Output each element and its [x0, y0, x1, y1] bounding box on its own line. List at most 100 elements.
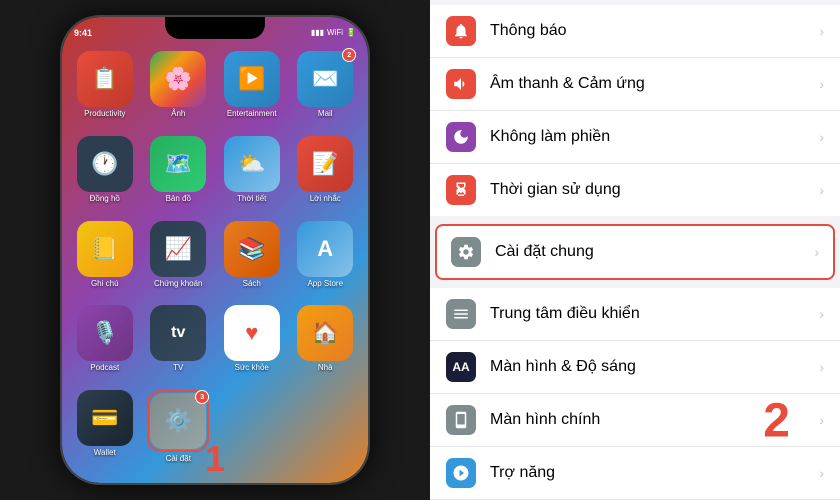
- app-label-stocks: Chứng khoán: [154, 279, 203, 288]
- phone-number-label: 1: [205, 438, 225, 480]
- caidatc-icon: [451, 237, 481, 267]
- app-icon-weather: ⛅: [224, 136, 280, 192]
- wifi-icon: WiFi: [327, 28, 343, 37]
- app-item-home[interactable]: 🏠 Nhà: [291, 305, 361, 386]
- settings-list: Thông báo › Âm thanh & Cảm ứng › Không l…: [430, 0, 840, 500]
- settings-item-manhinhchinh[interactable]: Màn hình chính ›: [430, 394, 840, 447]
- app-item-mail[interactable]: ✉️ 2 Mail: [291, 51, 361, 132]
- app-label-home: Nhà: [318, 363, 333, 372]
- settings-group-2: Trung tâm điều khiển › AA Màn hình & Độ …: [430, 288, 840, 500]
- app-item-books[interactable]: 📚 Sách: [217, 221, 287, 302]
- phone-side: 9:41 ▮▮▮ WiFi 🔋 📋 Productivity 🌸: [0, 0, 430, 500]
- status-icons: ▮▮▮ WiFi 🔋: [311, 28, 356, 37]
- app-item-maps[interactable]: 🗺️ Bản đồ: [144, 136, 214, 217]
- app-item-settings[interactable]: ⚙️ 3 Cài đặt: [144, 390, 214, 477]
- app-label-books: Sách: [243, 279, 261, 288]
- app-icon-wallet: 💳: [77, 390, 133, 446]
- app-icon-reminders: 📝: [297, 136, 353, 192]
- battery-icon: 🔋: [346, 28, 356, 37]
- app-icon-books: 📚: [224, 221, 280, 277]
- khonglamphien-chevron: ›: [819, 129, 824, 145]
- app-item-productivity[interactable]: 📋 Productivity: [70, 51, 140, 132]
- thongbao-chevron: ›: [819, 23, 824, 39]
- manhinhchinh-icon: [446, 405, 476, 435]
- amthanh-chevron: ›: [819, 76, 824, 92]
- app-label-notes: Ghi chú: [91, 279, 119, 288]
- app-item-entertainment[interactable]: ▶️ Entertainment: [217, 51, 287, 132]
- app-label-health: Sức khỏe: [235, 363, 269, 372]
- app-label-photos: Ảnh: [171, 109, 185, 118]
- app-item-reminders[interactable]: 📝 Lời nhắc: [291, 136, 361, 217]
- settings-item-caidatc[interactable]: Cài đặt chung ›: [437, 226, 833, 278]
- settings-badge: 3: [195, 390, 209, 404]
- khonglamphien-label: Không làm phiền: [490, 128, 811, 146]
- thoigian-label: Thời gian sử dụng: [490, 181, 811, 199]
- tronang-chevron: ›: [819, 465, 824, 481]
- mail-badge: 2: [342, 48, 356, 62]
- tronang-label: Trợ năng: [490, 464, 811, 482]
- trungtam-chevron: ›: [819, 306, 824, 322]
- settings-item-caidatc-wrapper[interactable]: Cài đặt chung ›: [435, 224, 835, 280]
- caidatc-chevron: ›: [814, 244, 819, 260]
- amthanh-icon: [446, 69, 476, 99]
- app-item-tv[interactable]: tv TV: [144, 305, 214, 386]
- app-label-wallet: Wallet: [94, 448, 116, 457]
- app-item-health[interactable]: ♥ Sức khỏe: [217, 305, 287, 386]
- app-label-weather: Thời tiết: [237, 194, 266, 203]
- app-icon-notes: 📒: [77, 221, 133, 277]
- app-icon-photos: 🌸: [150, 51, 206, 107]
- manhinhchinh-label: Màn hình chính: [490, 411, 811, 429]
- status-bar: 9:41 ▮▮▮ WiFi 🔋: [62, 17, 368, 43]
- tronang-icon: [446, 458, 476, 488]
- khonglamphien-icon: [446, 122, 476, 152]
- settings-item-thongbao[interactable]: Thông báo ›: [430, 5, 840, 58]
- app-icon-stocks: 📈: [150, 221, 206, 277]
- app-label-maps: Bản đồ: [166, 194, 191, 203]
- settings-item-khonglamphien[interactable]: Không làm phiền ›: [430, 111, 840, 164]
- phone-screen: 9:41 ▮▮▮ WiFi 🔋 📋 Productivity 🌸: [62, 17, 368, 483]
- app-item-weather[interactable]: ⛅ Thời tiết: [217, 136, 287, 217]
- app-label-tv: TV: [173, 363, 183, 372]
- app-item-photos[interactable]: 🌸 Ảnh: [144, 51, 214, 132]
- manhinh-icon: AA: [446, 352, 476, 382]
- app-icon-store: A: [297, 221, 353, 277]
- app-icon-home: 🏠: [297, 305, 353, 361]
- trungtam-label: Trung tâm điều khiển: [490, 305, 811, 323]
- thongbao-icon: [446, 16, 476, 46]
- sep-1: [430, 216, 840, 222]
- settings-item-amthanh[interactable]: Âm thanh & Cảm ứng ›: [430, 58, 840, 111]
- manhinh-chevron: ›: [819, 359, 824, 375]
- app-icon-mail: ✉️ 2: [297, 51, 353, 107]
- app-label-settings: Cài đặt: [166, 454, 191, 463]
- app-label-store: App Store: [307, 279, 343, 288]
- manhinh-label: Màn hình & Độ sáng: [490, 358, 811, 376]
- thoigian-icon: [446, 175, 476, 205]
- phone-frame: 9:41 ▮▮▮ WiFi 🔋 📋 Productivity 🌸: [60, 15, 370, 485]
- thoigian-chevron: ›: [819, 182, 824, 198]
- app-label-reminders: Lời nhắc: [310, 194, 341, 203]
- app-item-clock[interactable]: 🕐 Đồng hồ: [70, 136, 140, 217]
- app-item-podcast[interactable]: 🎙️ Podcast: [70, 305, 140, 386]
- app-icon-health: ♥: [224, 305, 280, 361]
- app-grid: 📋 Productivity 🌸 Ảnh ▶️ Entertainment: [62, 45, 368, 483]
- app-icon-productivity: 📋: [77, 51, 133, 107]
- app-icon-podcast: 🎙️: [77, 305, 133, 361]
- app-label-mail: Mail: [318, 109, 333, 118]
- settings-group-1: Thông báo › Âm thanh & Cảm ứng › Không l…: [430, 5, 840, 216]
- app-item-wallet[interactable]: 💳 Wallet: [70, 390, 140, 477]
- settings-item-manhinh[interactable]: AA Màn hình & Độ sáng ›: [430, 341, 840, 394]
- amthanh-label: Âm thanh & Cảm ứng: [490, 75, 811, 93]
- app-item-notes[interactable]: 📒 Ghi chú: [70, 221, 140, 302]
- app-icon-settings: ⚙️ 3: [150, 393, 206, 449]
- settings-item-tronang[interactable]: Trợ năng ›: [430, 447, 840, 500]
- settings-item-trungtam[interactable]: Trung tâm điều khiển ›: [430, 288, 840, 341]
- settings-item-thoigian[interactable]: Thời gian sử dụng ›: [430, 164, 840, 216]
- app-item-stocks[interactable]: 📈 Chứng khoán: [144, 221, 214, 302]
- app-label-productivity: Productivity: [84, 109, 125, 118]
- signal-icon: ▮▮▮: [311, 28, 324, 37]
- settings-highlight: ⚙️ 3: [147, 390, 209, 452]
- manhinhchinh-chevron: ›: [819, 412, 824, 428]
- trungtam-icon: [446, 299, 476, 329]
- caidatc-label: Cài đặt chung: [495, 243, 806, 261]
- app-item-store[interactable]: A App Store: [291, 221, 361, 302]
